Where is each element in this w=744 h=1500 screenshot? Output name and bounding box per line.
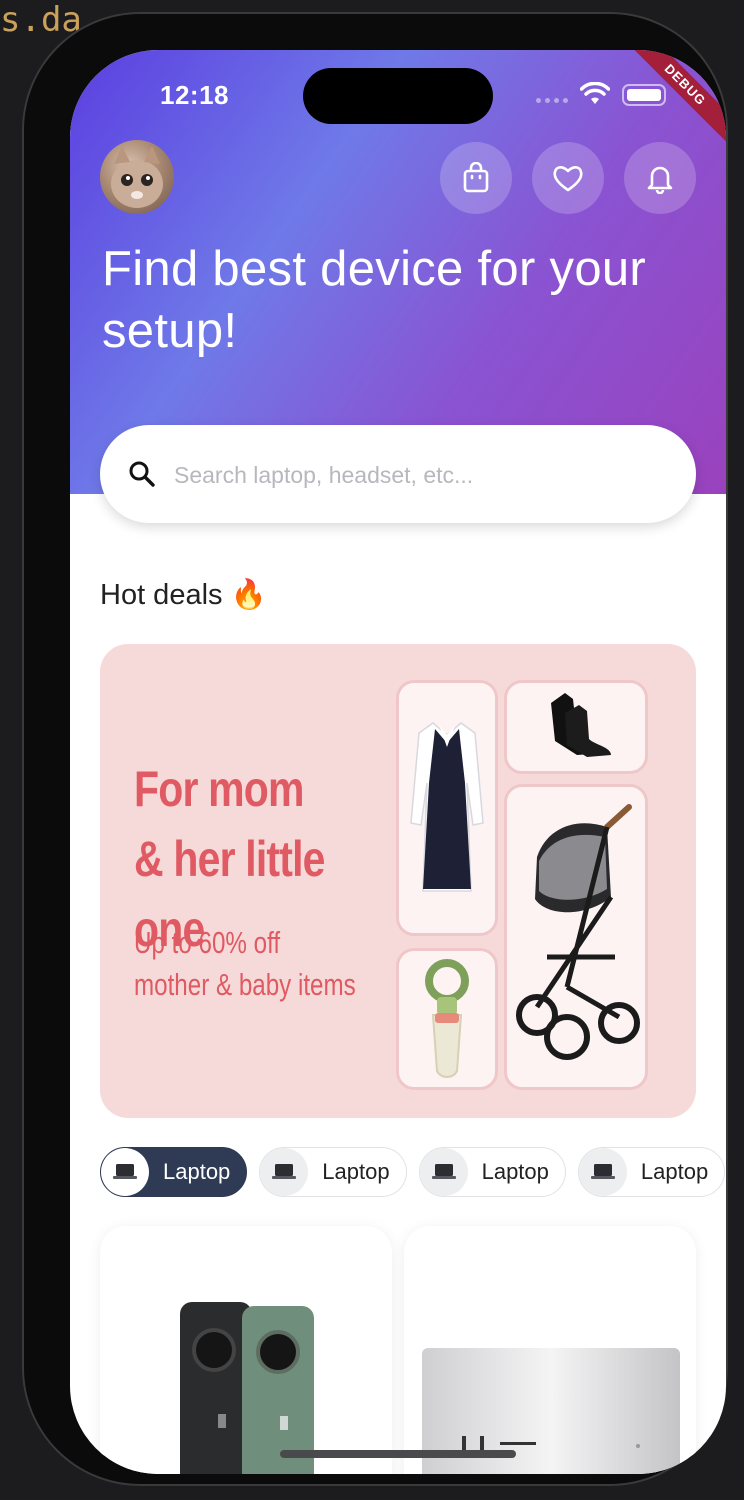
notifications-button[interactable] <box>624 142 696 214</box>
cellular-signal-icon <box>536 98 568 103</box>
stroller-image <box>504 784 648 1090</box>
battery-icon <box>622 84 666 106</box>
category-chip-laptop[interactable]: Laptop <box>418 1147 566 1197</box>
laptop-icon <box>260 1148 309 1196</box>
cat-avatar-icon <box>111 146 163 208</box>
search-input[interactable] <box>172 450 656 500</box>
banner-subtitle: Up to 60% off mother & baby items <box>134 925 356 1002</box>
category-chip-label: Laptop <box>322 1159 390 1184</box>
search-bar[interactable] <box>100 425 696 523</box>
hot-deals-title: Hot deals 🔥 <box>100 579 267 611</box>
category-chip-laptop[interactable]: Laptop <box>259 1147 407 1197</box>
laptop-icon <box>419 1148 468 1196</box>
status-bar: 12:18 DEBUG <box>70 50 726 153</box>
favorites-button[interactable] <box>532 142 604 214</box>
laptop-icon <box>578 1148 627 1196</box>
product-card-phone[interactable] <box>100 1226 392 1474</box>
page-title: Find best device for your setup! <box>102 242 647 358</box>
product-card-desktop[interactable] <box>404 1226 696 1474</box>
phone-product-image <box>180 1302 314 1474</box>
shopping-bag-icon <box>463 162 489 193</box>
wifi-icon <box>580 82 610 104</box>
cart-button[interactable] <box>440 142 512 214</box>
bell-icon <box>647 166 673 194</box>
dress-image <box>396 680 498 936</box>
status-time: 12:18 <box>160 80 229 110</box>
home-indicator <box>280 1450 516 1458</box>
laptop-icon <box>101 1148 149 1196</box>
category-chip-label: Laptop <box>163 1159 231 1184</box>
category-chip-laptop[interactable]: Laptop <box>577 1147 726 1197</box>
heart-icon <box>553 166 583 192</box>
avatar[interactable] <box>100 140 174 214</box>
feeder-image <box>396 948 498 1090</box>
desktop-product-image <box>422 1348 680 1474</box>
app-screen: 12:18 DEBUG Find best device for your se… <box>70 50 726 1474</box>
category-chip-label: Laptop <box>481 1159 549 1184</box>
category-chip-laptop[interactable]: Laptop <box>100 1147 248 1197</box>
dynamic-island <box>303 68 493 124</box>
hot-deals-banner[interactable]: For mom & her little one Up to 60% off m… <box>100 644 696 1118</box>
shoes-image <box>504 680 648 774</box>
phone-frame: 12:18 DEBUG Find best device for your se… <box>22 12 728 1486</box>
search-icon <box>129 461 155 487</box>
category-chips: Laptop Laptop Laptop Laptop <box>100 1147 726 1197</box>
category-chip-label: Laptop <box>640 1159 709 1184</box>
